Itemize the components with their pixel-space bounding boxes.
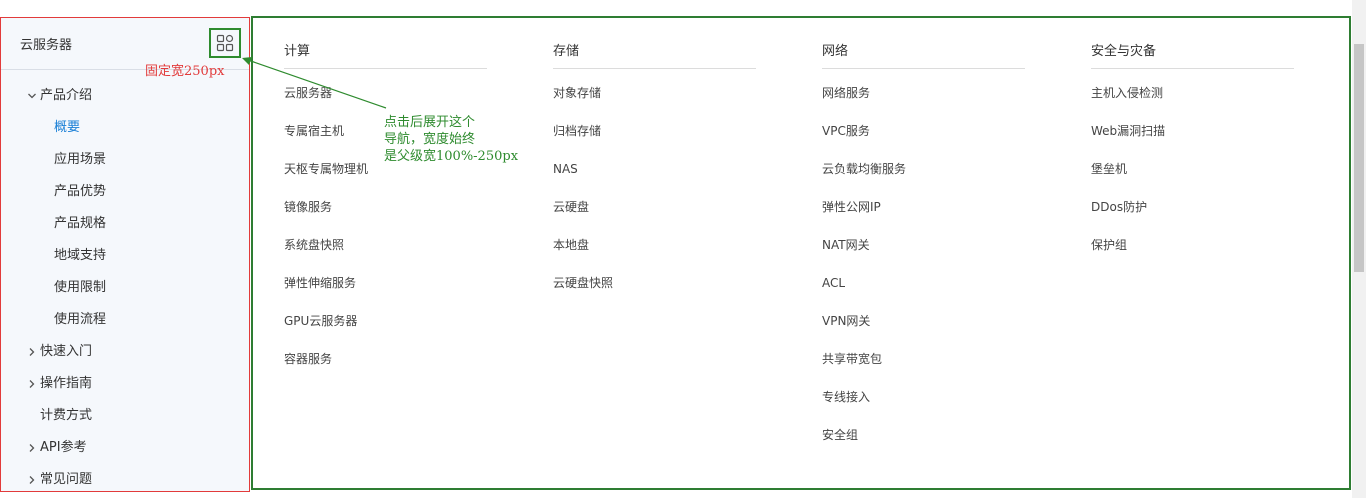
sidebar-nav: 产品介绍 概要 应用场景 产品优势 产品规格 地域支持 使用限制 使用流程 快速… [1, 70, 249, 491]
sidebar: 云服务器 产品介绍 概要 应用场景 产品优势 产品规格 地域支持 使用限制 使用… [0, 17, 250, 492]
nav-link[interactable]: 容器服务 [284, 349, 487, 387]
nav-link[interactable]: ACL [822, 273, 1025, 311]
nav-link[interactable]: 共享带宽包 [822, 349, 1025, 387]
nav-link[interactable]: 系统盘快照 [284, 235, 487, 273]
sidebar-item-label: 产品优势 [54, 184, 107, 199]
nav-link[interactable]: VPC服务 [822, 121, 1025, 159]
nav-link[interactable]: 专线接入 [822, 387, 1025, 425]
sidebar-item-label: 使用限制 [54, 280, 107, 295]
nav-link[interactable]: 弹性伸缩服务 [284, 273, 487, 311]
sidebar-item-billing[interactable]: 计费方式 [1, 400, 249, 432]
sidebar-item-advantages[interactable]: 产品优势 [1, 176, 249, 208]
column-title: 存储 [553, 40, 756, 69]
chevron-right-icon [24, 379, 40, 389]
nav-link[interactable]: DDos防护 [1091, 197, 1294, 235]
chevron-right-icon [24, 443, 40, 453]
nav-link[interactable]: 对象存储 [553, 83, 756, 121]
sidebar-item-process[interactable]: 使用流程 [1, 304, 249, 336]
sidebar-item-label: 产品规格 [54, 216, 107, 231]
sidebar-item-label: 操作指南 [40, 376, 93, 391]
sidebar-item-label: 快速入门 [40, 344, 93, 359]
sidebar-item-api[interactable]: API参考 [1, 432, 249, 464]
sidebar-item-label: 应用场景 [54, 152, 107, 167]
sidebar-item-limits[interactable]: 使用限制 [1, 272, 249, 304]
sidebar-item-specs[interactable]: 产品规格 [1, 208, 249, 240]
nav-link[interactable]: 主机入侵检测 [1091, 83, 1294, 121]
grid-icon [216, 34, 234, 51]
column-title: 安全与灾备 [1091, 40, 1294, 69]
sidebar-title: 云服务器 [20, 38, 73, 53]
column-title: 网络 [822, 40, 1025, 69]
sidebar-item-label: 产品介绍 [40, 88, 93, 103]
sidebar-item-quickstart[interactable]: 快速入门 [1, 336, 249, 368]
annotation-line: 是父级宽100%-250px [384, 149, 519, 164]
annotation-line: 点击后展开这个 [384, 115, 476, 130]
nav-link[interactable]: 云硬盘 [553, 197, 756, 235]
chevron-down-icon [24, 91, 40, 101]
expanded-nav-panel: 计算 云服务器 专属宿主机 天枢专属物理机 镜像服务 系统盘快照 弹性伸缩服务 … [251, 16, 1351, 490]
nav-link[interactable]: 弹性公网IP [822, 197, 1025, 235]
nav-link[interactable]: 云硬盘快照 [553, 273, 756, 311]
nav-link[interactable]: GPU云服务器 [284, 311, 487, 349]
sidebar-item-label: 地域支持 [54, 248, 107, 263]
nav-link[interactable]: 归档存储 [553, 121, 756, 159]
sidebar-item-product-intro[interactable]: 产品介绍 [1, 80, 249, 112]
nav-column-compute: 计算 云服务器 专属宿主机 天枢专属物理机 镜像服务 系统盘快照 弹性伸缩服务 … [284, 40, 487, 387]
annotation-line: 导航，宽度始终 [384, 132, 476, 147]
sidebar-item-faq[interactable]: 常见问题 [1, 464, 249, 491]
sidebar-item-label: 常见问题 [40, 472, 93, 487]
chevron-right-icon [24, 347, 40, 357]
nav-link[interactable]: Web漏洞扫描 [1091, 121, 1294, 159]
nav-column-storage: 存储 对象存储 归档存储 NAS 云硬盘 本地盘 云硬盘快照 [553, 40, 756, 311]
column-title: 计算 [284, 40, 487, 69]
sidebar-item-label: 计费方式 [40, 408, 93, 423]
nav-link[interactable]: NAS [553, 159, 756, 197]
sidebar-item-label: 使用流程 [54, 312, 107, 327]
nav-link[interactable]: NAT网关 [822, 235, 1025, 273]
sidebar-item-guide[interactable]: 操作指南 [1, 368, 249, 400]
chevron-right-icon [24, 475, 40, 485]
expand-nav-button[interactable] [209, 27, 241, 58]
annotation-fixed-width: 固定宽250px [145, 64, 225, 79]
nav-link[interactable]: 网络服务 [822, 83, 1025, 121]
nav-link[interactable]: 本地盘 [553, 235, 756, 273]
sidebar-item-scenarios[interactable]: 应用场景 [1, 144, 249, 176]
nav-link[interactable]: 镜像服务 [284, 197, 487, 235]
nav-link[interactable]: 保护组 [1091, 235, 1294, 273]
scrollbar-thumb[interactable] [1354, 44, 1364, 272]
nav-link[interactable]: 安全组 [822, 425, 1025, 463]
nav-link[interactable]: 堡垒机 [1091, 159, 1294, 197]
annotation-expand-note: 点击后展开这个 导航，宽度始终 是父级宽100%-250px [384, 114, 518, 165]
sidebar-item-label: 概要 [54, 120, 81, 135]
nav-link[interactable]: VPN网关 [822, 311, 1025, 349]
sidebar-item-overview[interactable]: 概要 [1, 112, 249, 144]
sidebar-item-regions[interactable]: 地域支持 [1, 240, 249, 272]
sidebar-item-label: API参考 [40, 440, 87, 455]
nav-link[interactable]: 云负载均衡服务 [822, 159, 1025, 197]
nav-column-security: 安全与灾备 主机入侵检测 Web漏洞扫描 堡垒机 DDos防护 保护组 [1091, 40, 1294, 273]
nav-column-network: 网络 网络服务 VPC服务 云负载均衡服务 弹性公网IP NAT网关 ACL V… [822, 40, 1025, 463]
